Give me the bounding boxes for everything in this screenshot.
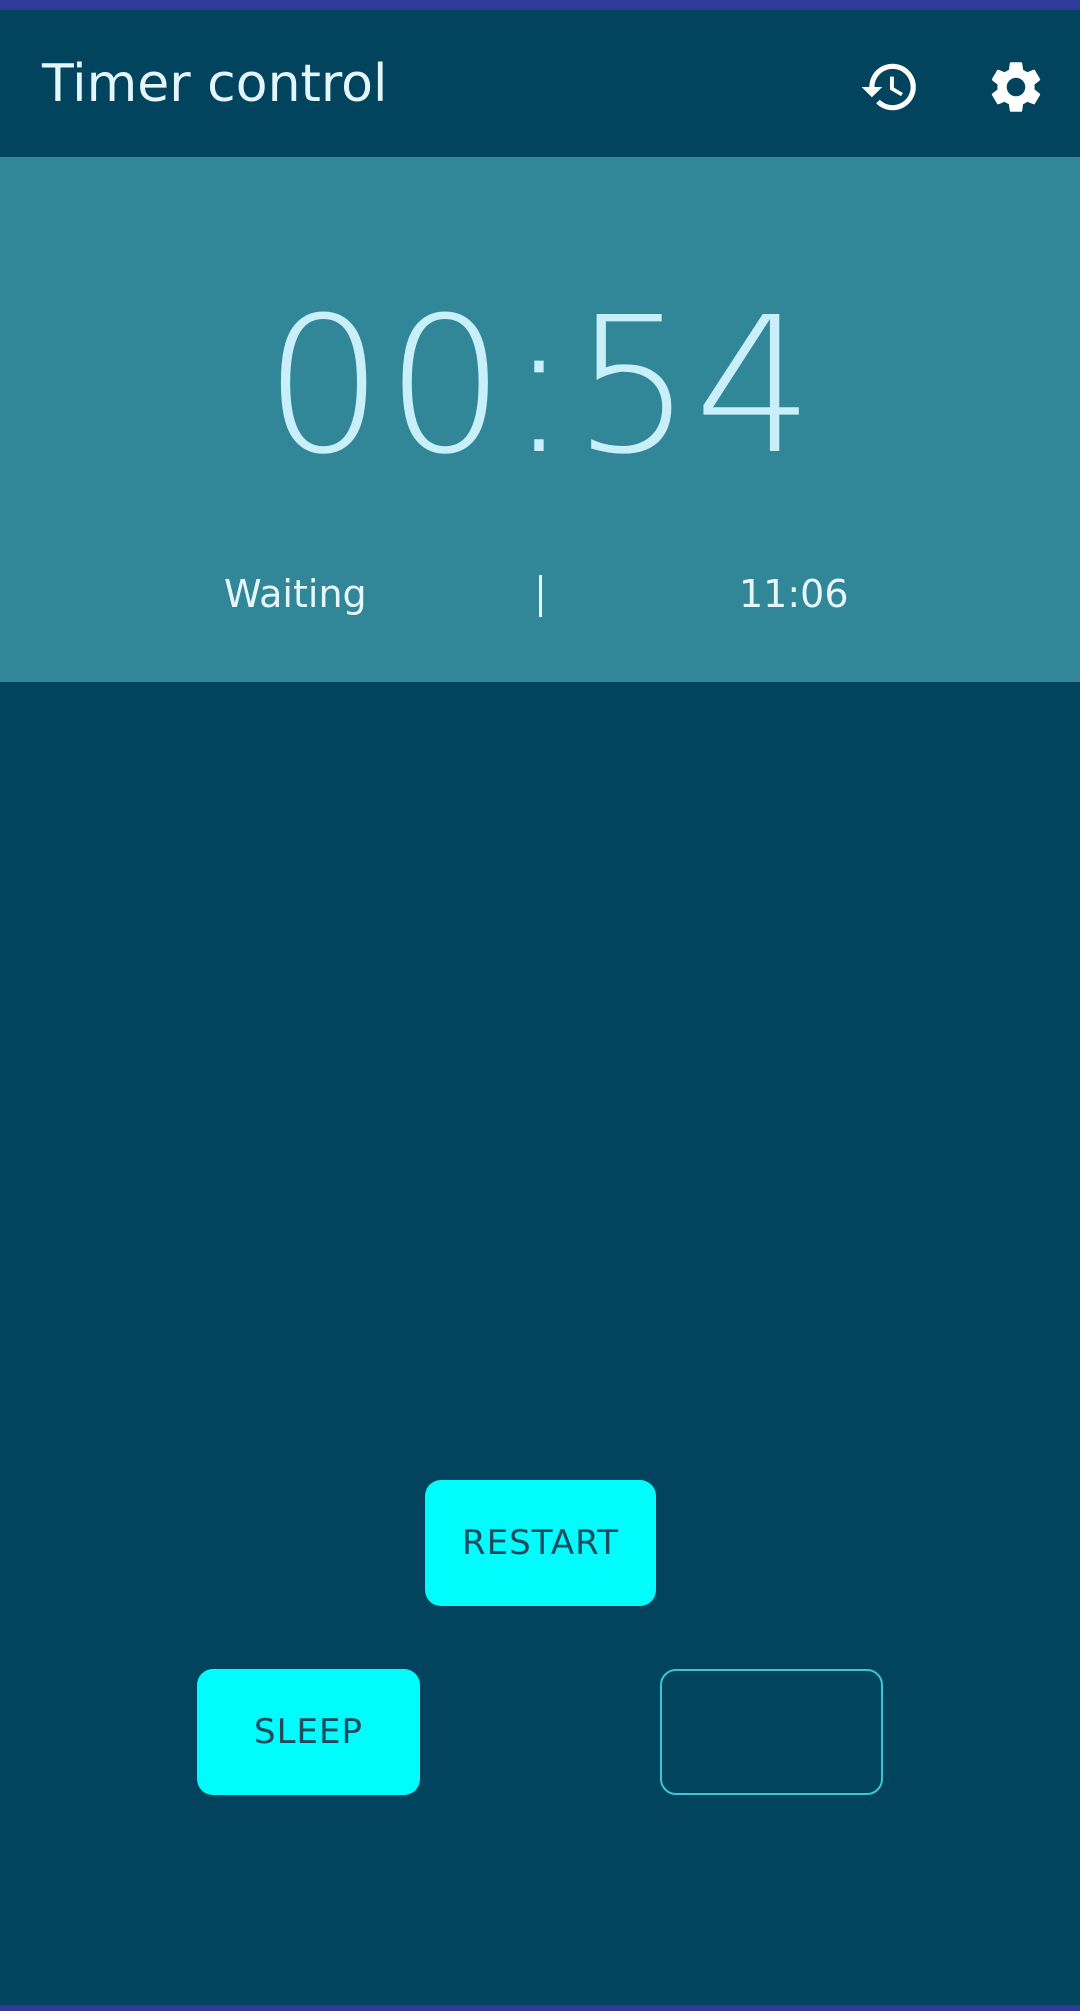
clock-time: 11:06 [739,572,849,616]
status-divider [539,575,542,617]
restart-button[interactable]: RESTART [425,1480,656,1606]
timer-panel: 00:54 Waiting 11:06 [0,157,1080,682]
settings-button[interactable] [981,52,1051,122]
navigation-strip [0,2005,1080,2011]
sleep-button[interactable]: SLEEP [197,1669,420,1795]
blank-button[interactable] [660,1669,883,1795]
app-title: Timer control [42,54,388,114]
app-bar: Timer control [0,10,1080,157]
history-button[interactable] [855,52,925,122]
gear-icon [991,62,1041,112]
countdown-time: 00:54 [264,277,816,496]
timer-status: Waiting [224,572,367,616]
history-icon [861,63,916,111]
status-strip [0,0,1080,10]
